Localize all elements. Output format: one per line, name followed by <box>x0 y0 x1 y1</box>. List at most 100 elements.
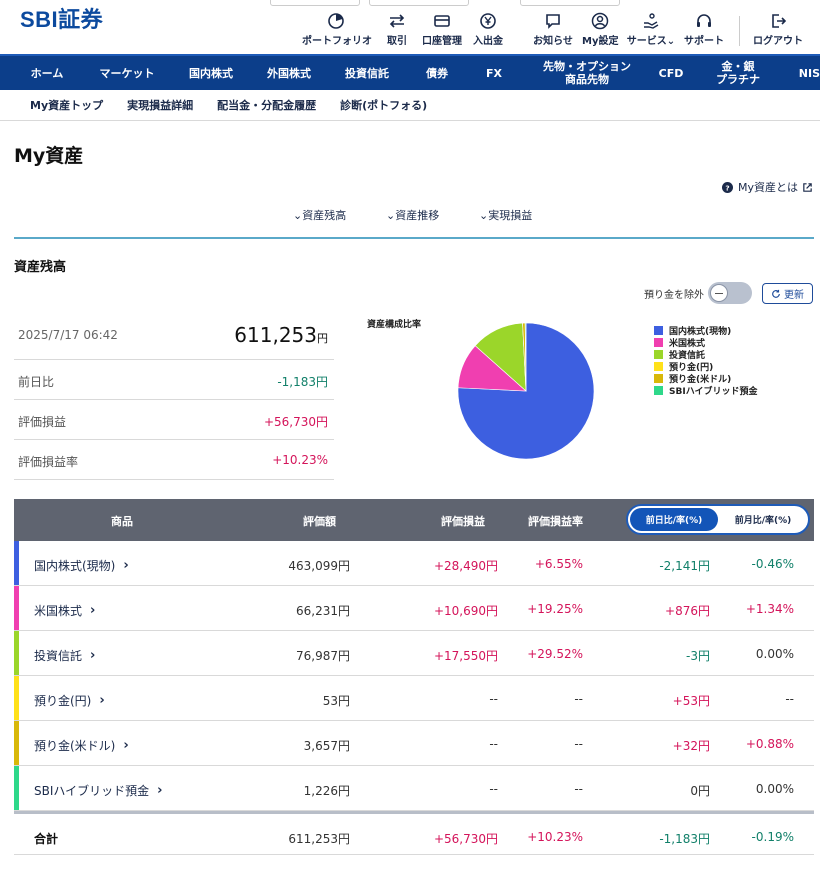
subnav-dividend-history[interactable]: 配当金・分配金履歴 <box>217 97 316 113</box>
help-link[interactable]: ? My資産とは <box>722 179 813 195</box>
anchor-divider <box>14 237 814 239</box>
exclude-deposit-toggle-group: 預り金を除外 <box>644 282 752 304</box>
product-link[interactable]: SBIハイブリッド預金 › <box>34 782 163 799</box>
product-link[interactable]: 国内株式(現物) › <box>34 557 129 574</box>
logout-button[interactable]: ログアウト <box>750 12 806 47</box>
product-link[interactable]: 米国株式 › <box>34 602 95 619</box>
service-button[interactable]: サービス⌄ <box>626 12 676 47</box>
legend-swatch <box>654 373 663 383</box>
header-divider <box>739 16 740 46</box>
cell-day-change: +53円 <box>672 694 710 708</box>
table-row: 投資信託 › 76,987円 +17,550円 +29.52% -3円 0.00% <box>14 631 814 676</box>
exclude-deposit-toggle[interactable] <box>708 282 752 304</box>
cell-pl-rate: +6.55% <box>534 557 583 571</box>
my-settings-button[interactable]: My設定 <box>582 12 618 47</box>
product-link[interactable]: 預り金(円) › <box>34 692 105 709</box>
product-link[interactable]: 預り金(米ドル) › <box>34 737 129 754</box>
anchor-asset-trend[interactable]: ⌄資産推移 <box>386 207 439 223</box>
legend-swatch <box>654 337 663 347</box>
cell-pl: +28,490円 <box>433 559 498 573</box>
product-name: 投資信託 <box>34 649 83 663</box>
cell-pl-rate: +19.25% <box>527 602 583 616</box>
pie-legend: 国内株式(現物) 米国株式 投資信託 預り金(円) 預り金(米ドル) SBIハイブリッド預… <box>654 324 758 397</box>
search-field-2[interactable] <box>369 0 469 6</box>
notice-button[interactable]: お知らせ <box>532 12 574 47</box>
asset-composition-pie[interactable] <box>455 320 597 462</box>
nav-foreign-stocks[interactable]: 外国株式 <box>262 56 316 90</box>
refresh-button[interactable]: 更新 <box>762 283 813 304</box>
external-link-icon <box>803 182 812 192</box>
product-name: 米国株式 <box>34 604 83 618</box>
anchor-asset-balance[interactable]: ⌄資産残高 <box>293 207 346 223</box>
yen-coin-icon <box>480 13 496 29</box>
daily-change-option[interactable]: 前日比/率(%) <box>630 508 718 531</box>
col-header-pl: 評価損益 <box>441 515 485 528</box>
cell-day-change: +876円 <box>665 604 710 618</box>
nav-investment-trusts[interactable]: 投資信託 <box>316 56 418 90</box>
cell-day-change-rate: -0.46% <box>751 557 794 571</box>
summary-total-row: 2025/7/17 06:42 611,253円 <box>14 315 334 360</box>
search-field-3[interactable] <box>520 0 620 6</box>
section-title: 資産残高 <box>14 260 67 275</box>
table-header: 商品 評価額 評価損益 評価損益率 前日比/率(%) 前月比/率(%) <box>14 499 814 541</box>
card-icon <box>434 15 450 27</box>
change-period-toggle: 前日比/率(%) 前月比/率(%) <box>626 504 810 535</box>
exclude-deposit-label: 預り金を除外 <box>644 289 704 301</box>
cell-value: 76,987円 <box>296 649 350 663</box>
support-label: サポート <box>684 36 724 47</box>
nav-home[interactable]: ホーム <box>0 56 94 90</box>
legend-item: 預り金(米ドル) <box>654 372 758 385</box>
cell-day-change-rate: -- <box>785 692 794 706</box>
deposit-button[interactable]: 入出金 <box>470 12 506 47</box>
service-label: サービス⌄ <box>626 36 676 47</box>
product-link[interactable]: 投資信託 › <box>34 647 95 664</box>
nav-nisa[interactable]: NIS <box>776 56 820 90</box>
summary-label: 評価損益率 <box>18 455 79 469</box>
nav-precious-metals[interactable]: 金・銀 プラチナ <box>700 56 776 90</box>
summary-value: +10.23% <box>272 453 328 467</box>
subnav-realized-pl[interactable]: 実現損益詳細 <box>127 97 193 113</box>
nav-domestic-stocks[interactable]: 国内株式 <box>160 56 262 90</box>
anchor-realized-pl[interactable]: ⌄実現損益 <box>479 207 532 223</box>
cell-day-change: +32円 <box>672 739 710 753</box>
subnav-my-assets-top[interactable]: My資産トップ <box>30 97 103 113</box>
legend-label: SBIハイブリッド預金 <box>669 386 758 397</box>
hand-coin-icon <box>644 13 659 29</box>
account-button[interactable]: 口座管理 <box>420 12 464 47</box>
cell-pl: -- <box>489 737 498 751</box>
sbi-logo[interactable]: SBI証券 <box>20 2 103 34</box>
cell-day-change-rate: +0.88% <box>745 737 794 751</box>
chevron-right-icon: › <box>99 693 105 708</box>
pie-chart-title: 資産構成比率 <box>367 320 422 330</box>
search-field-1[interactable] <box>270 0 360 6</box>
product-name: SBIハイブリッド預金 <box>34 784 150 798</box>
portfolio-button[interactable]: ポートフォリオ <box>302 12 372 47</box>
summary-value: +56,730円 <box>263 415 328 429</box>
trade-label: 取引 <box>387 36 407 47</box>
subnav-diagnosis[interactable]: 診断(ポトフォる) <box>340 97 427 113</box>
legend-swatch <box>654 349 663 359</box>
monthly-change-option[interactable]: 前月比/率(%) <box>720 508 806 531</box>
row-color-bar <box>14 676 19 720</box>
total-label: 合計 <box>34 832 59 846</box>
nav-fx[interactable]: FX <box>456 56 532 90</box>
support-button[interactable]: サポート <box>684 12 724 47</box>
svg-text:?: ? <box>725 183 729 192</box>
row-color-bar <box>14 586 19 630</box>
cell-pl: +10,690円 <box>433 604 498 618</box>
help-circle-icon: ? <box>722 181 733 193</box>
portfolio-label: ポートフォリオ <box>302 36 372 47</box>
nav-futures[interactable]: 先物・オプション 商品先物 <box>532 56 642 90</box>
transfer-arrows-icon <box>389 14 405 28</box>
cell-pl-rate: +29.52% <box>527 647 583 661</box>
headset-icon <box>697 14 711 27</box>
trade-button[interactable]: 取引 <box>380 12 414 47</box>
chevron-right-icon: › <box>90 603 96 618</box>
nav-bonds[interactable]: 債券 <box>418 56 456 90</box>
nav-market[interactable]: マーケット <box>94 56 160 90</box>
cell-value: 3,657円 <box>303 739 350 753</box>
site-header: SBI証券 ポートフォリオ 取引 口座管理 入出金 お知らせ My設定 サービス… <box>0 0 820 54</box>
product-name: 預り金(円) <box>34 694 92 708</box>
speech-bubble-icon <box>546 14 560 29</box>
nav-cfd[interactable]: CFD <box>642 56 700 90</box>
